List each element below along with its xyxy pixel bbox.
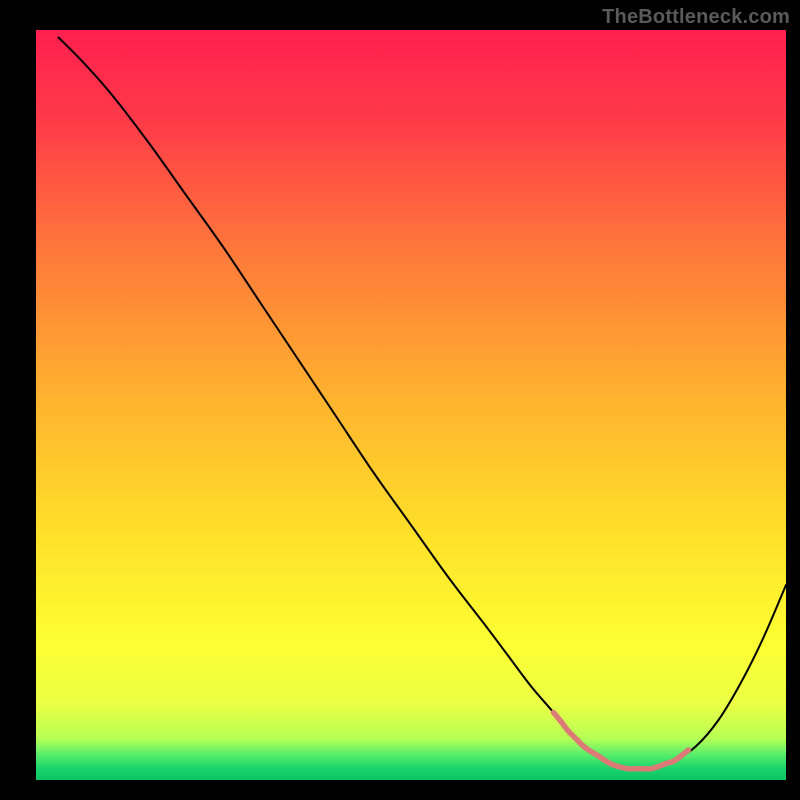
bottleneck-chart	[0, 0, 800, 800]
watermark-label: TheBottleneck.com	[602, 6, 790, 29]
chart-stage: TheBottleneck.com	[0, 0, 800, 800]
